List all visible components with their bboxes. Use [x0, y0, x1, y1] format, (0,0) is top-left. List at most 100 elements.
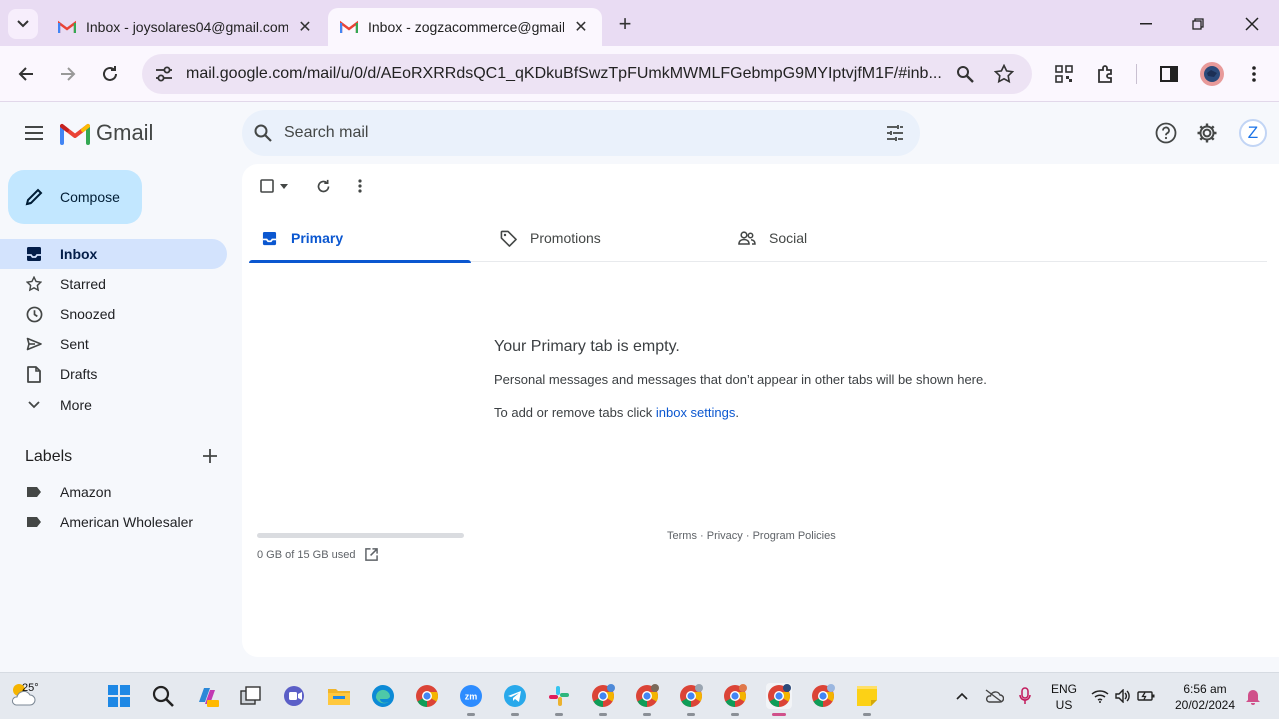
taskbar-slack[interactable] — [546, 683, 572, 716]
input-language[interactable]: ENG US — [1048, 681, 1080, 713]
close-window-button[interactable] — [1240, 12, 1264, 36]
clock[interactable]: 6:56 am 20/02/2024 — [1172, 681, 1238, 713]
taskbar-task-view[interactable] — [238, 683, 264, 709]
reload-button[interactable] — [96, 60, 124, 88]
gmail-logo[interactable]: Gmail — [60, 120, 153, 146]
microphone-tray-icon[interactable] — [1012, 683, 1038, 709]
taskbar-chrome-3[interactable] — [634, 683, 660, 716]
taskbar-chrome-5[interactable] — [722, 683, 748, 716]
weather-temperature: 25° — [22, 682, 39, 694]
running-indicator — [731, 713, 739, 716]
sidebar-item-snoozed[interactable]: Snoozed — [0, 299, 227, 329]
taskbar-telegram[interactable] — [502, 683, 528, 716]
browser-tab-joysolares[interactable]: Inbox - joysolares04@gmail.com ✕ — [46, 8, 326, 46]
inbox-settings-link[interactable]: inbox settings — [656, 405, 736, 420]
running-indicator — [687, 713, 695, 716]
search-icon[interactable] — [254, 124, 272, 142]
sidebar-item-more[interactable]: More — [0, 390, 227, 420]
show-hidden-icons-button[interactable] — [949, 683, 975, 709]
restore-window-button[interactable] — [1186, 12, 1210, 36]
minimize-window-button[interactable] — [1134, 12, 1158, 36]
telegram-icon — [504, 685, 526, 707]
close-icon — [1245, 17, 1259, 31]
label-tag-icon — [24, 482, 44, 502]
taskbar-teams-chat[interactable] — [282, 683, 308, 709]
running-indicator — [863, 713, 871, 716]
tab-social[interactable]: Social — [727, 214, 949, 262]
back-button[interactable] — [12, 60, 40, 88]
reload-icon — [103, 66, 117, 81]
quick-settings-button[interactable] — [1090, 683, 1156, 709]
main-menu-button[interactable] — [22, 121, 46, 145]
notifications-button[interactable] — [1240, 683, 1266, 709]
create-label-button[interactable] — [199, 445, 221, 467]
tag-icon — [498, 228, 518, 248]
open-in-new-icon[interactable] — [365, 548, 379, 561]
more-actions-button[interactable] — [348, 174, 372, 198]
taskbar-copilot[interactable] — [194, 683, 220, 709]
close-icon[interactable]: ✕ — [296, 17, 314, 37]
storage-usage: 0 GB of 15 GB used — [257, 548, 379, 561]
refresh-icon — [317, 179, 329, 192]
search-input[interactable] — [284, 110, 844, 156]
taskbar-chrome-6-active[interactable] — [766, 683, 792, 716]
extensions-button[interactable] — [1092, 60, 1120, 88]
restore-icon — [1192, 18, 1204, 30]
sidebar-item-inbox[interactable]: Inbox — [0, 239, 227, 269]
browser-tab-zogzacommerce[interactable]: Inbox - zogzacommerce@gmail.com ✕ — [328, 8, 602, 46]
qr-code-button[interactable] — [1050, 60, 1078, 88]
taskbar-chrome-1[interactable] — [414, 683, 440, 709]
address-bar[interactable]: mail.google.com/mail/u/0/d/AEoRXRRdsQC1_… — [142, 54, 1032, 94]
compose-label: Compose — [60, 189, 120, 205]
chrome-icon — [416, 685, 438, 707]
sidebar-item-drafts[interactable]: Drafts — [0, 359, 227, 389]
search-options-icon[interactable] — [886, 124, 904, 142]
tab-primary[interactable]: Primary — [249, 214, 471, 263]
onedrive-tray-icon[interactable] — [981, 683, 1007, 709]
taskbar-chrome-7[interactable] — [810, 683, 836, 709]
task-view-icon — [240, 686, 261, 705]
tab-label: Social — [769, 230, 808, 246]
side-panel-button[interactable] — [1155, 60, 1183, 88]
start-button[interactable] — [106, 683, 132, 709]
new-tab-button[interactable]: + — [612, 11, 638, 37]
taskbar-chrome-4[interactable] — [678, 683, 704, 716]
compose-button[interactable]: Compose — [8, 170, 142, 224]
sidebar-item-starred[interactable]: Starred — [0, 269, 227, 299]
sidebar-item-sent[interactable]: Sent — [0, 329, 227, 359]
refresh-button[interactable] — [311, 174, 335, 198]
taskbar-search-button[interactable] — [150, 683, 176, 709]
taskbar-zoom[interactable]: zm — [458, 683, 484, 716]
settings-button[interactable] — [1194, 120, 1220, 146]
empty-state-title: Your Primary tab is empty. — [494, 338, 680, 355]
windows-logo-icon — [108, 685, 130, 707]
support-button[interactable] — [1153, 120, 1179, 146]
bookmark-star-icon[interactable] — [994, 64, 1014, 84]
microphone-icon — [1019, 687, 1031, 704]
profile-button[interactable] — [1198, 60, 1226, 88]
tab-promotions[interactable]: Promotions — [488, 214, 710, 262]
sidebar-label-american-wholesaler[interactable]: American Wholesaler — [0, 507, 227, 537]
privacy-link[interactable]: Privacy — [707, 530, 743, 542]
zoom-icon[interactable] — [956, 65, 974, 83]
taskbar-file-explorer[interactable] — [326, 683, 352, 709]
forward-button[interactable] — [54, 60, 82, 88]
chrome-icon — [636, 684, 659, 707]
taskbar-sticky-notes[interactable] — [854, 683, 880, 716]
taskbar-chrome-2[interactable] — [590, 683, 616, 716]
tab-search-button[interactable] — [8, 9, 38, 39]
taskbar-edge[interactable] — [370, 683, 396, 709]
select-all-checkbox[interactable] — [256, 174, 292, 198]
gmail-logo-text: Gmail — [96, 120, 154, 145]
send-icon — [24, 334, 44, 354]
windows-taskbar: 25° zm ENG US 6:56 am 20/02/2024 — [0, 672, 1279, 719]
close-icon[interactable]: ✕ — [572, 17, 590, 37]
account-avatar[interactable]: Z — [1239, 119, 1267, 147]
sidebar-label-amazon[interactable]: Amazon — [0, 477, 227, 507]
program-policies-link[interactable]: Program Policies — [753, 530, 836, 542]
profile-avatar-icon — [1200, 62, 1224, 86]
search-bar[interactable] — [242, 110, 920, 156]
browser-menu-button[interactable] — [1240, 60, 1268, 88]
draft-icon — [24, 364, 44, 384]
terms-link[interactable]: Terms — [667, 530, 697, 542]
